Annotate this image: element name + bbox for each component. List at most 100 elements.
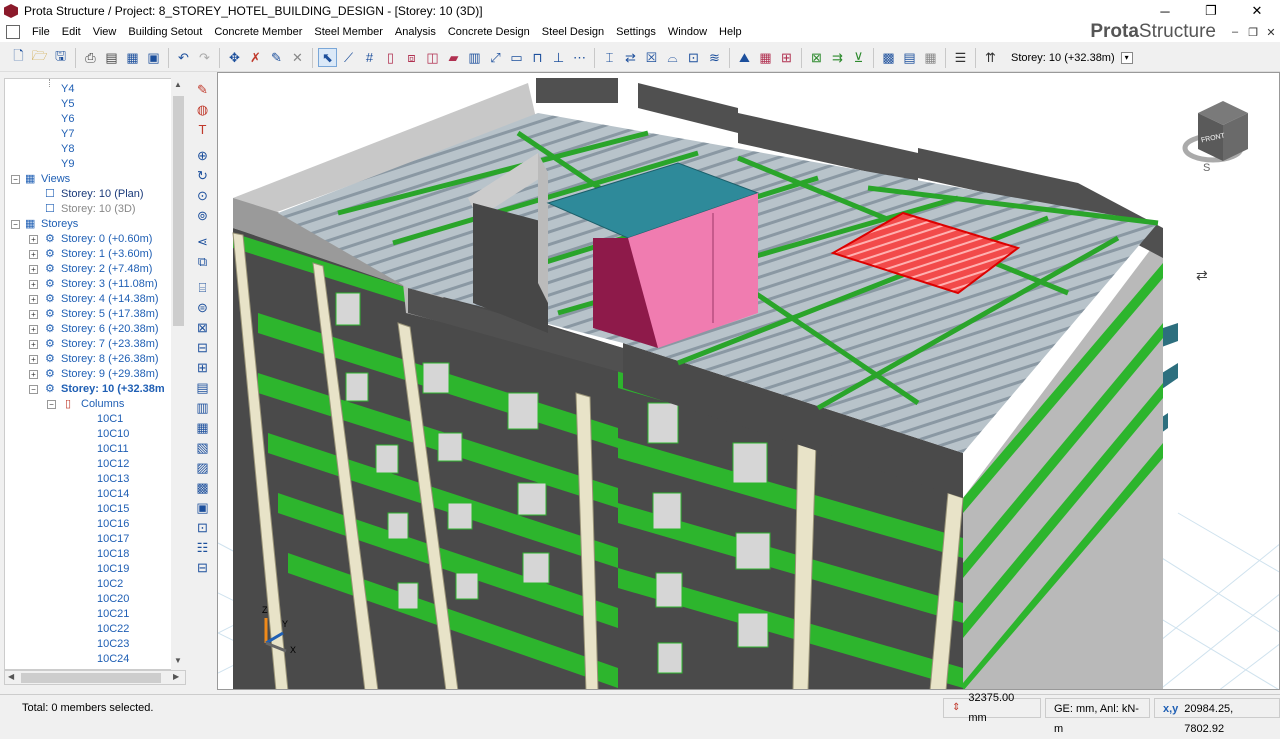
- tree-hscroll-thumb[interactable]: [21, 673, 161, 683]
- document-icon[interactable]: [6, 25, 20, 39]
- app-icon[interactable]: [4, 4, 18, 18]
- column-item[interactable]: 10C2: [97, 577, 123, 592]
- footing-icon[interactable]: ⊓: [528, 48, 547, 67]
- more-members-icon[interactable]: ⋯: [570, 48, 589, 67]
- column-item[interactable]: 10C21: [97, 607, 129, 622]
- print-icon[interactable]: ⎙: [81, 48, 100, 67]
- pan-icon[interactable]: ⋖: [193, 232, 212, 251]
- wall-icon[interactable]: ◫: [423, 48, 442, 67]
- storey-item[interactable]: Storey: 0 (+0.60m): [61, 232, 152, 247]
- axis-item[interactable]: Y8: [61, 142, 74, 157]
- column-item[interactable]: 10C22: [97, 622, 129, 637]
- minimize-button[interactable]: ─: [1142, 0, 1188, 22]
- storey-item[interactable]: Storey: 5 (+17.38m): [61, 307, 159, 322]
- layer-11-icon[interactable]: ▣: [193, 498, 212, 517]
- column-item[interactable]: 10C11: [97, 442, 129, 457]
- table-icon[interactable]: ▦: [123, 48, 142, 67]
- expand-toggle-icon[interactable]: −: [29, 385, 38, 394]
- cancel-icon[interactable]: ✕: [288, 48, 307, 67]
- column-item[interactable]: 10C13: [97, 472, 129, 487]
- align-icon[interactable]: ⇄: [621, 48, 640, 67]
- axis-item[interactable]: Y9: [61, 157, 74, 172]
- print-preview-icon[interactable]: ▤: [102, 48, 121, 67]
- layer-2-icon[interactable]: ⊠: [193, 318, 212, 337]
- column-item[interactable]: 10C12: [97, 457, 129, 472]
- view-item[interactable]: Storey: 10 (3D): [61, 202, 136, 217]
- chevron-down-icon[interactable]: ▾: [1120, 51, 1133, 64]
- layer-12-icon[interactable]: ⊡: [193, 518, 212, 537]
- zoom-window-icon[interactable]: ⊙: [193, 186, 212, 205]
- layer-9-icon[interactable]: ▨: [193, 458, 212, 477]
- save-icon[interactable]: 🖫: [51, 48, 70, 67]
- load-check-icon[interactable]: ⊠: [807, 48, 826, 67]
- storey-item[interactable]: Storey: 1 (+3.60m): [61, 247, 152, 262]
- expand-toggle-icon[interactable]: +: [29, 250, 38, 259]
- cross-section-icon[interactable]: ☒: [642, 48, 661, 67]
- menu-analysis[interactable]: Analysis: [389, 22, 442, 42]
- grid-lines-icon[interactable]: ▦: [756, 48, 775, 67]
- expand-toggle-icon[interactable]: −: [11, 220, 20, 229]
- storey-item[interactable]: Storey: 10 (+32.38m: [61, 382, 165, 397]
- new-file-icon[interactable]: 🗋: [9, 48, 28, 67]
- column-item[interactable]: 10C19: [97, 562, 129, 577]
- layer-8-icon[interactable]: ▧: [193, 438, 212, 457]
- column-item[interactable]: 10C14: [97, 487, 129, 502]
- mdi-close-button[interactable]: ✕: [1262, 26, 1280, 39]
- axis-item[interactable]: Y4: [61, 82, 74, 97]
- select-cursor-icon[interactable]: ⬉: [318, 48, 337, 67]
- column-icon[interactable]: ▯: [381, 48, 400, 67]
- expand-toggle-icon[interactable]: +: [29, 295, 38, 304]
- menu-edit[interactable]: Edit: [56, 22, 87, 42]
- axis-item[interactable]: Y5: [61, 97, 74, 112]
- scroll-down-icon[interactable]: ▼: [174, 656, 182, 665]
- building-icon[interactable]: ▤: [900, 48, 919, 67]
- menu-window[interactable]: Window: [662, 22, 713, 42]
- storey-item[interactable]: Storey: 4 (+14.38m): [61, 292, 159, 307]
- menu-view[interactable]: View: [87, 22, 123, 42]
- storey-item[interactable]: Storey: 2 (+7.48m): [61, 262, 152, 277]
- mdi-minimize-button[interactable]: –: [1226, 26, 1244, 38]
- expand-toggle-icon[interactable]: +: [29, 235, 38, 244]
- column-item[interactable]: 10C15: [97, 502, 129, 517]
- tree-horizontal-scrollbar[interactable]: ◀ ▶: [4, 670, 186, 685]
- view-cube[interactable]: FRONT S: [1182, 101, 1248, 174]
- redo-icon[interactable]: ↷: [195, 48, 214, 67]
- tree-scroll-thumb[interactable]: [173, 96, 184, 326]
- layer-1-icon[interactable]: ⊜: [193, 298, 212, 317]
- delete-member-icon[interactable]: ✗: [246, 48, 265, 67]
- expand-toggle-icon[interactable]: +: [29, 370, 38, 379]
- building-render[interactable]: FRONT S ⇄ Z Y X: [218, 73, 1280, 690]
- storey-selector[interactable]: Storey: 10 (+32.38m) ▾: [1011, 51, 1133, 64]
- menu-concrete-member[interactable]: Concrete Member: [208, 22, 308, 42]
- menu-settings[interactable]: Settings: [610, 22, 662, 42]
- layer-10-icon[interactable]: ▩: [193, 478, 212, 497]
- stair-icon[interactable]: ▥: [465, 48, 484, 67]
- menu-concrete-design[interactable]: Concrete Design: [442, 22, 536, 42]
- menu-steel-member[interactable]: Steel Member: [308, 22, 388, 42]
- storey-item[interactable]: Storey: 9 (+29.38m): [61, 367, 159, 382]
- expand-toggle-icon[interactable]: +: [29, 325, 38, 334]
- mesh-grid-icon[interactable]: ▦: [921, 48, 940, 67]
- rotate-icon[interactable]: ↻: [193, 166, 212, 185]
- zoom-in-icon[interactable]: ⊕: [193, 146, 212, 165]
- menu-file[interactable]: File: [26, 22, 56, 42]
- dimension-v-icon[interactable]: ⌸: [193, 278, 212, 297]
- menu-help[interactable]: Help: [713, 22, 748, 42]
- column-item[interactable]: 10C24: [97, 652, 129, 667]
- open-folder-icon[interactable]: 🗁: [30, 48, 49, 67]
- expand-toggle-icon[interactable]: −: [47, 400, 56, 409]
- move-icon[interactable]: ✥: [225, 48, 244, 67]
- menu-building-setout[interactable]: Building Setout: [122, 22, 208, 42]
- layer-7-icon[interactable]: ▦: [193, 418, 212, 437]
- expand-toggle-icon[interactable]: +: [29, 265, 38, 274]
- brace-icon[interactable]: ⤢: [486, 48, 505, 67]
- scroll-right-icon[interactable]: ▶: [173, 672, 179, 681]
- layer-6-icon[interactable]: ▥: [193, 398, 212, 417]
- storey-item[interactable]: Storey: 7 (+23.38m): [61, 337, 159, 352]
- layers-icon[interactable]: ≋: [705, 48, 724, 67]
- frame-icon[interactable]: ⊡: [684, 48, 703, 67]
- dimension-icon[interactable]: ⌶: [600, 48, 619, 67]
- views-node[interactable]: Views: [41, 172, 70, 187]
- pencil-icon[interactable]: ✎: [193, 80, 212, 99]
- column-item[interactable]: 10C17: [97, 532, 129, 547]
